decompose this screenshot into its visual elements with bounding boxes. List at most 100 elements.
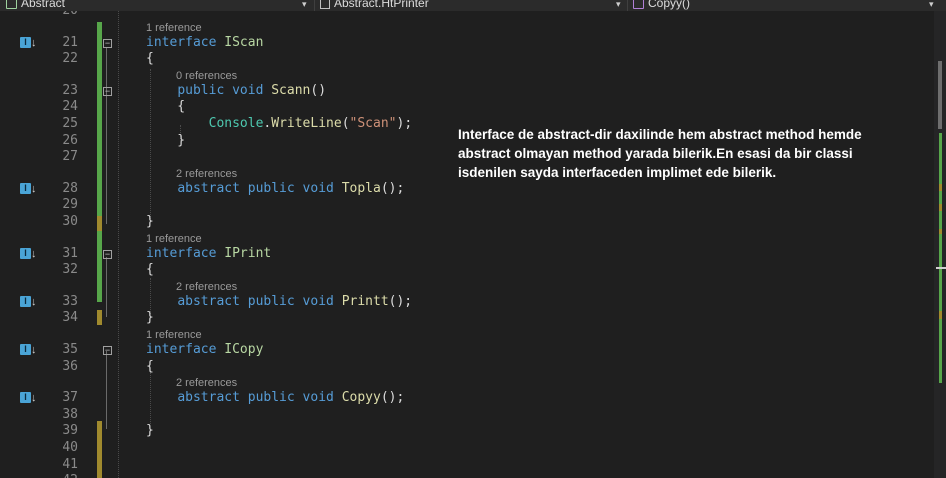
codelens-references[interactable]: 1 reference <box>146 22 202 34</box>
line-number: 24 <box>62 99 78 115</box>
chevron-down-icon: ▾ <box>929 0 934 9</box>
line-number: 25 <box>62 116 78 131</box>
vertical-scrollbar[interactable] <box>934 11 946 478</box>
code-token: } <box>146 310 154 326</box>
collapse-region-icon[interactable]: − <box>103 346 112 355</box>
collapse-region-icon[interactable]: − <box>103 249 112 259</box>
code-text: } <box>146 214 154 230</box>
code-line[interactable]: 31 I ↓ − interface IPrint <box>0 246 900 262</box>
implementation-glyph-icon[interactable]: I <box>20 36 31 48</box>
code-line[interactable]: 30} <box>0 214 900 230</box>
code-text: interface IScan <box>146 35 263 51</box>
code-text: abstract public void Printt(); <box>146 294 412 310</box>
line-number: 23 <box>62 82 78 98</box>
code-text: } <box>146 423 154 439</box>
code-token: } <box>146 132 186 148</box>
implementation-glyph-icon[interactable]: I <box>20 182 31 194</box>
project-label: Abstract <box>21 0 66 10</box>
implementation-glyph-icon[interactable]: I <box>20 247 31 259</box>
code-token: ICopy <box>224 342 264 357</box>
code-text: interface IPrint <box>146 246 271 262</box>
code-line[interactable]: 34} <box>0 310 900 326</box>
code-line[interactable]: 33 I ↓ abstract public void Printt(); <box>0 294 900 310</box>
line-number: 41 <box>62 456 78 472</box>
code-line[interactable]: 41 <box>0 457 900 473</box>
implementation-glyph-icon[interactable]: I <box>20 344 31 355</box>
line-number: 20 <box>38 11 78 19</box>
code-text: { <box>146 51 154 67</box>
arrow-down-icon: ↓ <box>31 344 37 356</box>
line-number: 29 <box>62 197 78 213</box>
arrow-down-icon: ↓ <box>31 182 37 195</box>
line-number: 35 <box>62 342 78 357</box>
code-line[interactable]: 37 I ↓ abstract public void Copyy(); <box>0 390 900 406</box>
code-text: Console.WriteLine("Scan"); <box>146 116 413 132</box>
code-token: abstract public void <box>177 390 342 406</box>
code-token: "Scan" <box>349 116 397 131</box>
code-line[interactable]: 39} <box>0 423 900 439</box>
code-line[interactable]: 32 { <box>0 262 900 278</box>
code-token: (); <box>380 390 405 406</box>
codelens-references[interactable]: 1 reference <box>146 233 202 245</box>
code-token: IPrint <box>224 245 272 261</box>
type-dropdown[interactable]: Abstract.HtPrinter ▾ <box>320 0 621 11</box>
code-token: WriteLine <box>271 116 342 131</box>
code-token: interface <box>146 34 225 50</box>
arrow-down-icon: ↓ <box>31 247 37 260</box>
code-token: Copyy <box>341 390 381 406</box>
code-token: } <box>146 214 154 229</box>
code-line[interactable]: 38 <box>0 407 900 423</box>
line-number: 42 <box>38 473 78 478</box>
code-token: { <box>146 358 154 374</box>
chevron-down-icon: ▾ <box>302 0 307 9</box>
code-line[interactable]: 40 <box>0 440 900 456</box>
collapse-region-icon[interactable]: − <box>103 38 112 48</box>
codelens-references[interactable]: 0 references <box>176 70 237 82</box>
annotation-note: Interface de abstract-dir daxilinde hem … <box>458 127 862 180</box>
scrollbar-thumb[interactable] <box>938 61 942 129</box>
code-line[interactable]: 35 I ↓ − interface ICopy <box>0 342 900 358</box>
codelens-references[interactable]: 2 references <box>176 281 237 293</box>
code-token: Printt <box>341 293 389 309</box>
code-line[interactable]: 29 <box>0 197 900 213</box>
line-number: 37 <box>62 390 78 406</box>
csharp-project-icon <box>6 0 17 9</box>
code-line[interactable]: 20 <box>0 11 900 19</box>
codelens-references[interactable]: 2 references <box>176 377 237 389</box>
member-dropdown[interactable]: Copyy() ▾ <box>633 0 934 11</box>
codelens-references[interactable]: 1 reference <box>146 329 202 341</box>
code-editor[interactable]: 201 reference21I↓−interface IScan22{0 re… <box>0 11 934 478</box>
code-line[interactable]: 36 { <box>0 359 900 375</box>
arrow-down-icon: ↓ <box>31 36 37 49</box>
project-dropdown[interactable]: Abstract ▾ <box>6 0 307 11</box>
line-number: 34 <box>62 310 78 326</box>
navigation-bar: Abstract ▾ Abstract.HtPrinter ▾ Copyy() … <box>0 0 946 11</box>
line-number: 21 <box>62 34 78 50</box>
code-token: abstract public void <box>177 180 342 196</box>
code-line[interactable]: 22 { <box>0 51 900 67</box>
codelens-references[interactable]: 2 references <box>176 168 237 180</box>
code-token: interface <box>146 342 225 357</box>
arrow-down-icon: ↓ <box>31 392 37 405</box>
class-icon <box>320 0 330 9</box>
line-number: 33 <box>62 293 78 309</box>
code-token: { <box>146 262 154 278</box>
code-line[interactable]: 28 I ↓ abstract public void Topla(); <box>0 181 900 197</box>
line-number: 40 <box>62 440 78 455</box>
code-line[interactable]: 24 { <box>0 99 900 115</box>
implementation-glyph-icon[interactable]: I <box>20 295 31 307</box>
code-token: } <box>146 423 154 439</box>
code-text: abstract public void Copyy(); <box>146 390 404 406</box>
code-line[interactable]: 23 − public void Scann() <box>0 83 900 99</box>
code-line[interactable]: 42 <box>0 473 900 478</box>
code-token: interface <box>146 245 225 261</box>
code-text: interface ICopy <box>146 342 263 358</box>
line-number: 28 <box>62 180 78 196</box>
implementation-glyph-icon[interactable]: I <box>20 392 31 404</box>
code-token: IScan <box>224 34 264 50</box>
collapse-region-icon[interactable]: − <box>103 86 112 96</box>
code-text: { <box>146 99 185 115</box>
code-line[interactable]: 21 I ↓ − interface IScan <box>0 35 900 51</box>
code-text: } <box>146 133 185 149</box>
